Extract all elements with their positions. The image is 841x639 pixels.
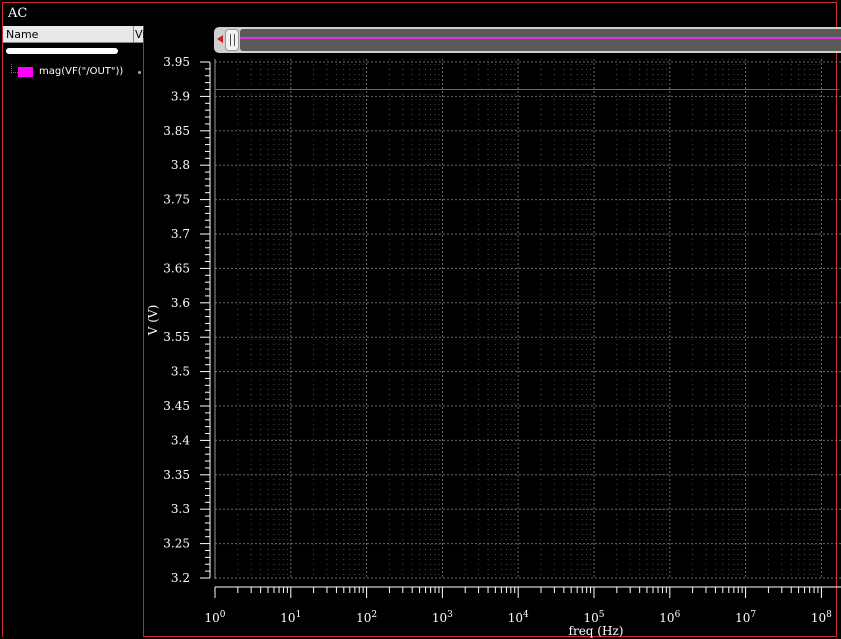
y-tick-label: 3.65 [163,261,190,275]
x-tick-label: 100 [204,610,225,625]
grid-layer [214,59,841,579]
chart-area: 3.2 3.25 3.3 3.35 3.4 3.45 3.5 3.55 3.6 3.65 3.7 3.… [146,55,841,638]
x-tick-label: 108 [811,610,832,625]
y-tick-label: 3.25 [163,537,190,551]
y-tick-label: 3.35 [163,468,190,482]
x-tick-label: 104 [508,610,529,625]
y-tick-label: 3.6 [171,296,190,310]
y-tick-label: 3.3 [171,502,190,516]
x-tick-label: 102 [356,610,377,625]
x-tick-label: 107 [735,610,756,625]
y-tick-label: 3.55 [163,330,190,344]
axis-layer: 3.2 3.25 3.3 3.35 3.4 3.45 3.5 3.55 3.6 3.65 3.7 3.… [163,55,841,625]
y-tick-label: 3.85 [163,124,190,138]
x-tick-label: 105 [583,610,604,625]
x-tick-label: 101 [280,610,301,625]
y-tick-label: 3.45 [163,399,190,413]
x-axis-label: freq (Hz) [569,624,624,638]
y-tick-label: 3.75 [163,193,190,207]
x-tick-label: 106 [659,610,680,625]
y-tick-label: 3.95 [163,55,190,69]
y-axis-label: V (V) [146,305,160,337]
y-tick-label: 3.7 [171,227,190,241]
y-tick-label: 3.4 [171,433,190,447]
y-tick-label: 3.8 [171,158,190,172]
x-tick-label: 103 [432,610,453,625]
y-tick-label: 3.9 [171,89,190,103]
y-tick-label: 3.2 [171,571,190,585]
y-tick-label: 3.5 [171,365,190,379]
